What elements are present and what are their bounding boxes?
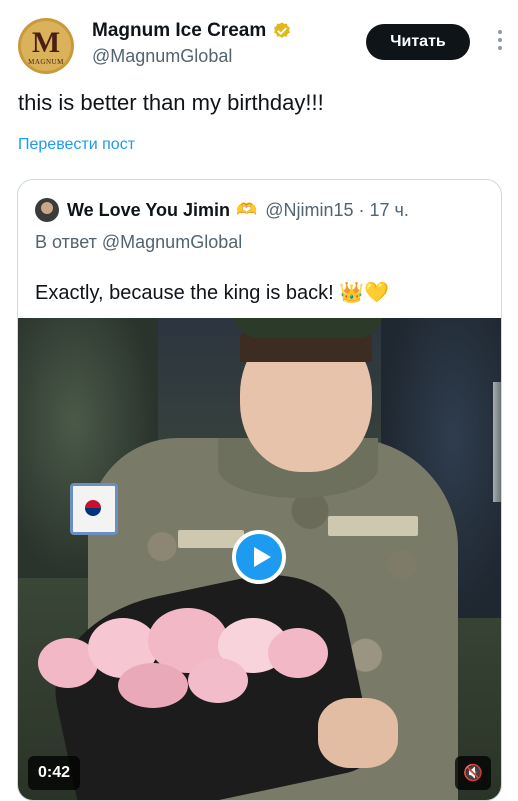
author-avatar[interactable]: M MAGNUM <box>18 18 74 74</box>
avatar-logo-letter: M <box>31 26 61 59</box>
avatar-logo-text: MAGNUM <box>28 58 64 66</box>
quoted-post-card[interactable]: We Love You Jimin 🫶 @Njimin15 · 17 ч. В … <box>17 179 502 801</box>
author-handle[interactable]: @MagnumGlobal <box>92 46 292 67</box>
video-side-light <box>493 382 501 502</box>
flower <box>268 628 328 678</box>
more-options-icon[interactable] <box>496 30 504 54</box>
quoted-author-handle-time: @Njimin15 · 17 ч. <box>265 199 409 220</box>
flag-patch <box>70 483 118 535</box>
reply-to-label: В ответ @MagnumGlobal <box>35 232 243 252</box>
mute-icon[interactable]: 🔇 <box>455 756 491 790</box>
flower <box>118 663 188 708</box>
verified-badge-icon <box>274 22 291 38</box>
post-header: M MAGNUM Magnum Ice Cream @MagnumGlobal … <box>18 14 502 74</box>
quoted-author-avatar <box>35 198 59 222</box>
tweet-text: this is better than my birthday!!! <box>18 90 324 115</box>
video-duration: 0:42 <box>28 756 80 790</box>
author-display-name[interactable]: Magnum Ice Cream <box>92 20 266 42</box>
flower <box>188 658 248 703</box>
crown-heart-emoji: 👑💛 <box>339 282 390 304</box>
author-name-block: Magnum Ice Cream @MagnumGlobal <box>92 20 292 67</box>
video-cap <box>233 318 383 338</box>
video-player[interactable]: 0:42 🔇 <box>18 318 501 800</box>
quoted-post-text: Exactly, because the king is back! 👑💛 <box>35 280 389 305</box>
heart-hands-emoji: 🫶 <box>236 200 258 219</box>
quoted-author-name: We Love You Jimin <box>67 199 231 220</box>
play-icon[interactable] <box>232 530 286 584</box>
quoted-post-header: We Love You Jimin 🫶 @Njimin15 · 17 ч. <box>35 198 409 222</box>
follow-button[interactable]: Читать <box>366 24 470 60</box>
translate-post-link[interactable]: Перевести пост <box>18 136 135 154</box>
video-hand <box>318 698 398 768</box>
unit-tag-patch <box>328 516 418 536</box>
quoted-text-body: Exactly, because the king is back! <box>35 282 334 304</box>
